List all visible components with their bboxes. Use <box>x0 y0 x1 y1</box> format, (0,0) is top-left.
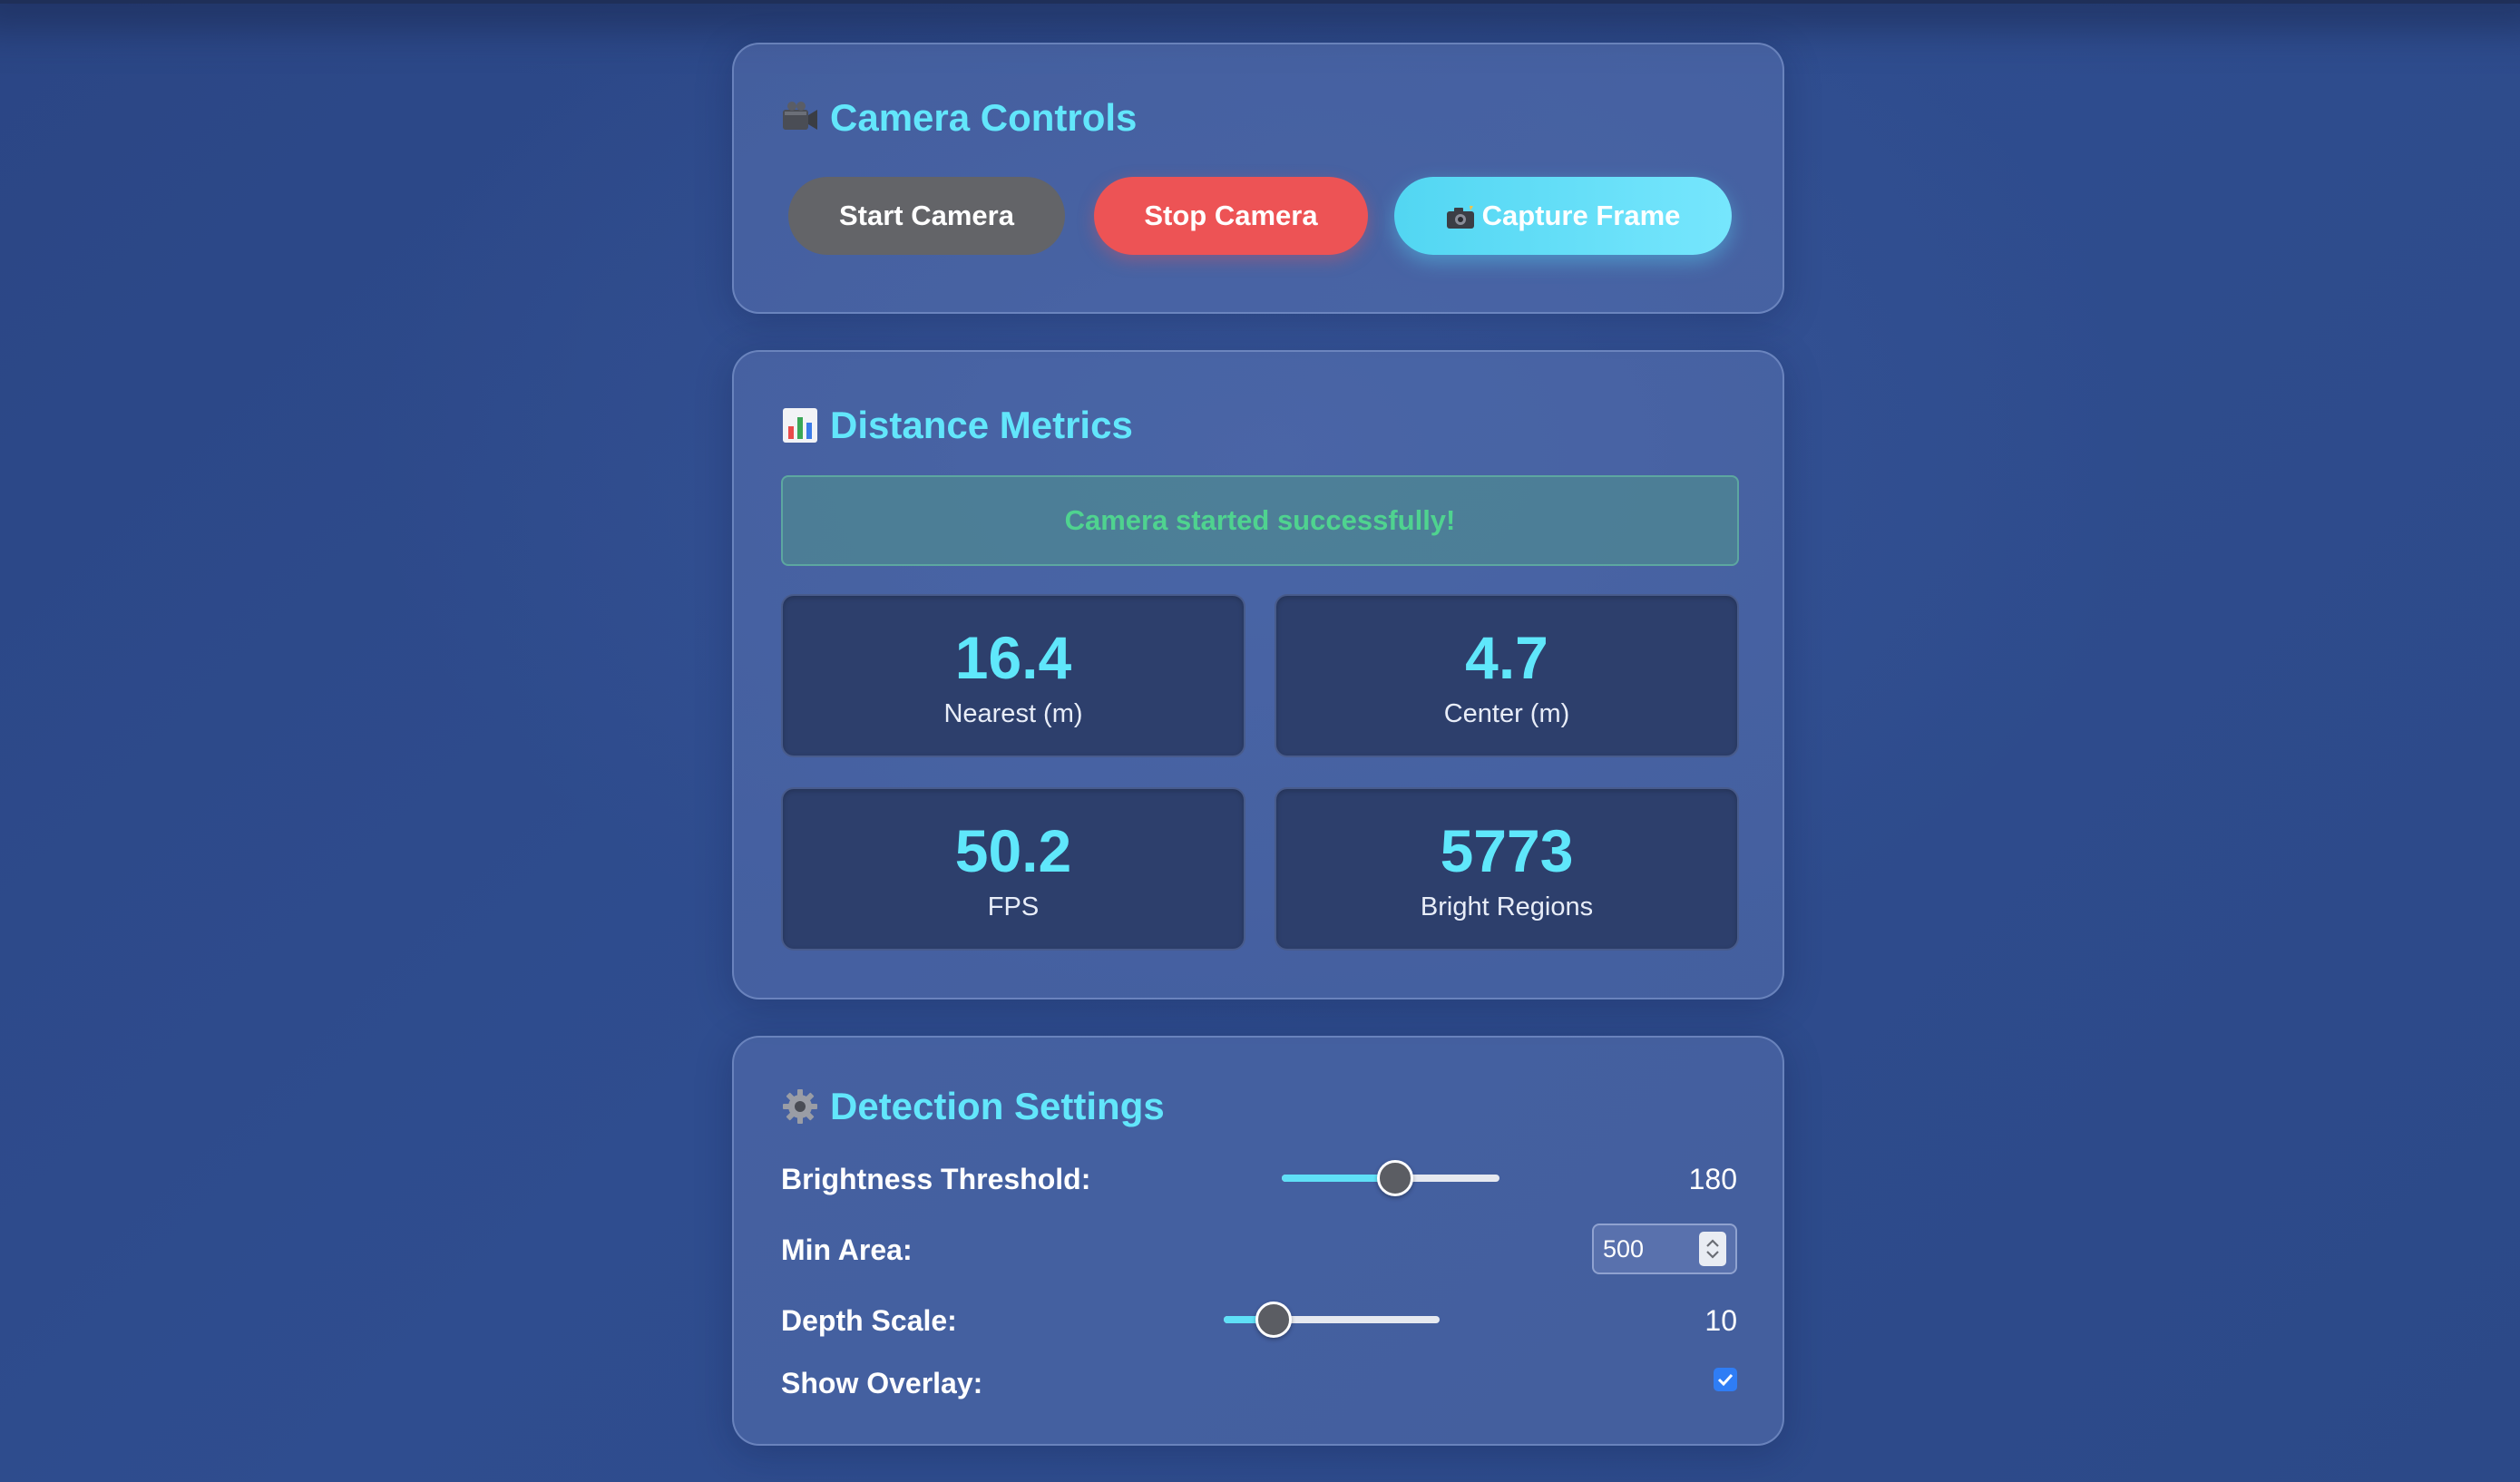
camera-controls-panel: Camera Controls Start Camera Stop Camera… <box>732 43 1784 314</box>
video-camera-icon <box>781 99 819 137</box>
capture-frame-button[interactable]: Capture Frame <box>1394 177 1732 255</box>
detection-settings-panel: Detection Settings Brightness Threshold:… <box>732 1036 1784 1446</box>
show-overlay-checkbox[interactable] <box>1714 1368 1737 1391</box>
metric-card-fps: 50.2 FPS <box>781 787 1245 951</box>
metric-card-center: 4.7 Center (m) <box>1275 594 1739 757</box>
distance-metrics-title-text: Distance Metrics <box>830 404 1133 446</box>
metric-value: 4.7 <box>1465 624 1548 691</box>
stop-camera-label: Stop Camera <box>1144 200 1318 231</box>
metric-value: 16.4 <box>954 624 1072 691</box>
brightness-threshold-label: Brightness Threshold: <box>781 1163 1091 1195</box>
brightness-threshold-slider[interactable] <box>1282 1160 1499 1196</box>
depth-scale-label: Depth Scale: <box>781 1304 957 1337</box>
metric-label: FPS <box>987 892 1040 921</box>
metric-label: Nearest (m) <box>943 699 1083 728</box>
show-overlay-label: Show Overlay: <box>781 1367 983 1399</box>
checkmark-icon <box>1717 1373 1734 1387</box>
gear-icon <box>781 1087 819 1126</box>
stepper-spinner[interactable] <box>1699 1232 1726 1266</box>
metric-value: 5773 <box>1440 817 1574 884</box>
depth-scale-value: 10 <box>1704 1304 1737 1337</box>
camera-controls-title: Camera Controls <box>781 96 1137 140</box>
status-message: Camera started successfully! <box>781 475 1739 566</box>
detection-settings-title-text: Detection Settings <box>830 1085 1165 1127</box>
detection-settings-title: Detection Settings <box>781 1085 1165 1128</box>
metric-card-nearest: 16.4 Nearest (m) <box>781 594 1245 757</box>
min-area-input[interactable]: 500 <box>1592 1224 1737 1274</box>
metric-card-bright-regions: 5773 Bright Regions <box>1275 787 1739 951</box>
brightness-threshold-value: 180 <box>1688 1163 1737 1195</box>
top-edge <box>0 0 2520 4</box>
distance-metrics-title: Distance Metrics <box>781 404 1133 447</box>
capture-frame-label: Capture Frame <box>1481 200 1681 231</box>
slider-thumb[interactable] <box>1255 1302 1292 1338</box>
distance-metrics-panel: Distance Metrics Camera started successf… <box>732 350 1784 999</box>
depth-scale-slider[interactable] <box>1224 1302 1440 1338</box>
min-area-value: 500 <box>1603 1234 1645 1263</box>
status-message-text: Camera started successfully! <box>1064 504 1456 536</box>
camera-controls-title-text: Camera Controls <box>830 96 1138 139</box>
start-camera-button[interactable]: Start Camera <box>788 177 1065 255</box>
metric-value: 50.2 <box>954 817 1072 884</box>
start-camera-label: Start Camera <box>839 200 1014 231</box>
camera-flash-icon <box>1446 204 1475 229</box>
min-area-label: Min Area: <box>781 1233 913 1266</box>
metric-label: Center (m) <box>1443 699 1570 728</box>
slider-thumb[interactable] <box>1376 1160 1413 1196</box>
stop-camera-button[interactable]: Stop Camera <box>1094 177 1368 255</box>
metric-label: Bright Regions <box>1420 892 1594 921</box>
bar-chart-icon <box>781 406 819 444</box>
